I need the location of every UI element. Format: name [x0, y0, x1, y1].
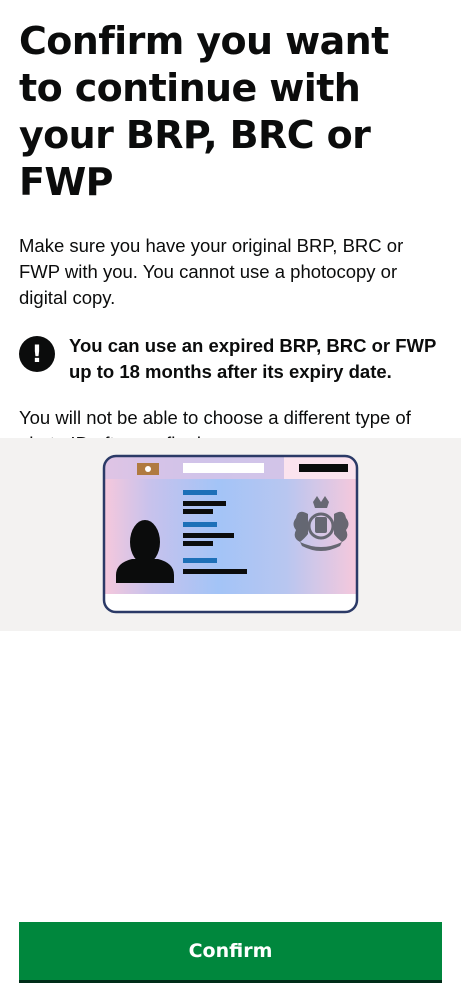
exclamation-icon: ! — [19, 336, 55, 372]
warning-text: You can use an expired BRP, BRC or FWP u… — [69, 335, 437, 382]
card-number-field — [299, 464, 348, 472]
page-title: Confirm you want to continue with your B… — [19, 19, 389, 204]
intro-text: Make sure you have your original BRP, BR… — [19, 235, 404, 308]
card-name-field — [183, 463, 264, 473]
chip-icon — [137, 463, 159, 475]
card-illustration-panel — [0, 438, 461, 631]
warning-callout: ! You can use an expired BRP, BRC or FWP… — [19, 333, 439, 385]
main-content: Confirm you want to continue with your B… — [19, 18, 439, 457]
confirm-button[interactable]: Confirm — [19, 922, 442, 980]
residence-permit-card-illustration — [102, 454, 359, 614]
